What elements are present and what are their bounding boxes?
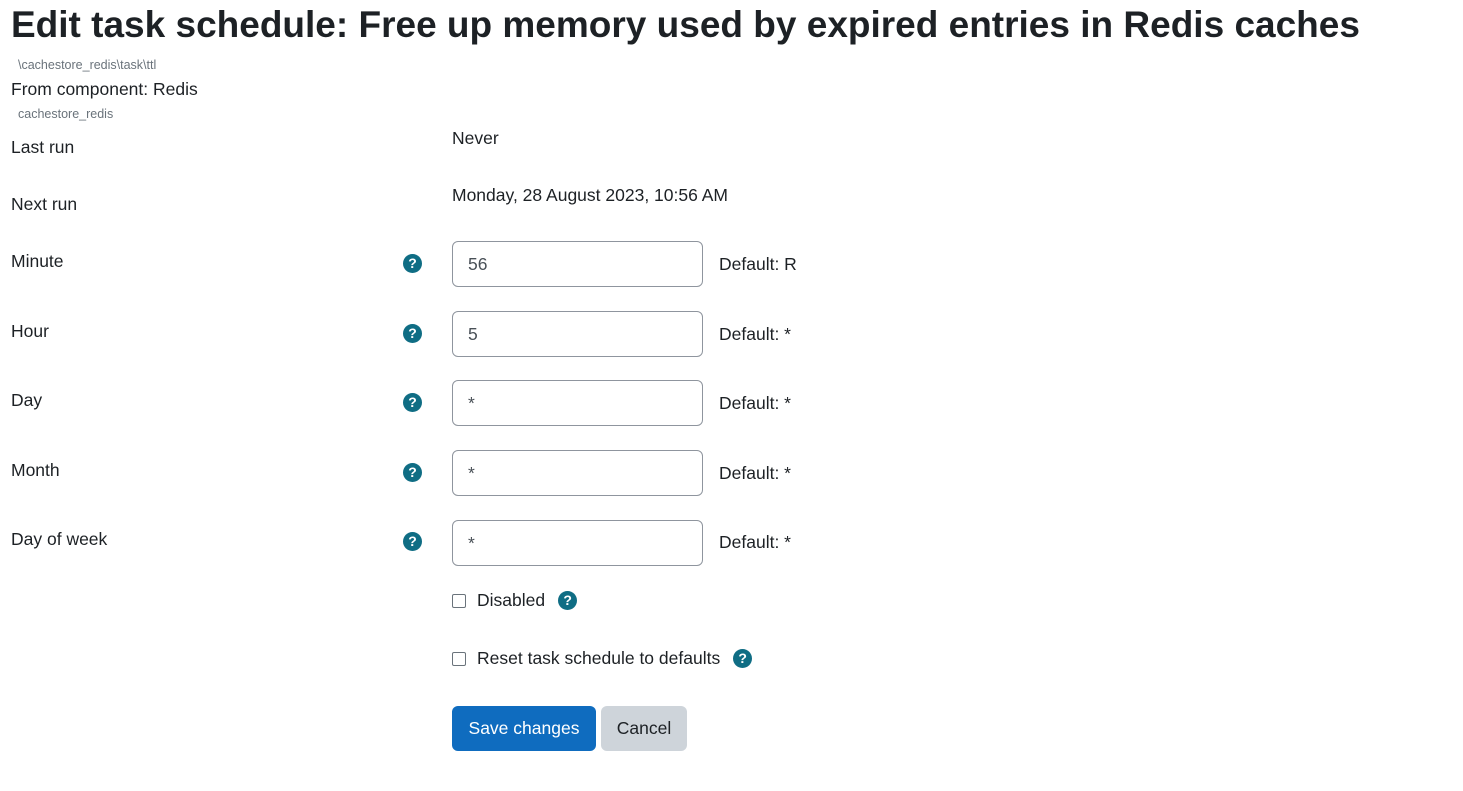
save-changes-button[interactable]: Save changes — [452, 706, 596, 751]
disabled-checkbox[interactable] — [452, 593, 466, 608]
hour-input[interactable] — [452, 311, 703, 357]
minute-default: Default: R — [719, 254, 797, 274]
disabled-row: Disabled ? — [452, 590, 578, 611]
disabled-label[interactable]: Disabled — [477, 590, 545, 611]
next-run-value: Monday, 28 August 2023, 10:56 AM — [452, 185, 728, 205]
day-of-week-label: Day of week — [11, 529, 108, 549]
day-label: Day — [11, 390, 43, 410]
minute-input[interactable] — [452, 241, 703, 287]
minute-label: Minute — [11, 251, 64, 271]
day-help-icon[interactable]: ? — [403, 393, 422, 412]
edit-task-schedule-page: Edit task schedule: Free up memory used … — [0, 0, 1463, 791]
cancel-button[interactable]: Cancel — [601, 706, 687, 751]
month-help-icon[interactable]: ? — [403, 463, 422, 482]
month-label: Month — [11, 460, 60, 480]
page-title: Edit task schedule: Free up memory used … — [11, 4, 1360, 45]
hour-default: Default: * — [719, 324, 791, 344]
disabled-help-icon[interactable]: ? — [558, 591, 578, 610]
component-label: From component: Redis — [11, 79, 198, 99]
last-run-label: Last run — [11, 137, 75, 157]
month-input[interactable] — [452, 450, 703, 496]
day-input[interactable] — [452, 380, 703, 426]
day-of-week-input[interactable] — [452, 520, 703, 566]
minute-help-icon[interactable]: ? — [403, 254, 422, 273]
component-name: cachestore_redis — [18, 107, 114, 121]
hour-label: Hour — [11, 321, 49, 341]
reset-row: Reset task schedule to defaults ? — [452, 648, 753, 669]
next-run-label: Next run — [11, 194, 78, 214]
task-class-name: \cachestore_redis\task\ttl — [18, 58, 157, 72]
day-of-week-default: Default: * — [719, 532, 791, 552]
reset-label[interactable]: Reset task schedule to defaults — [477, 648, 720, 669]
last-run-value: Never — [452, 128, 499, 148]
day-default: Default: * — [719, 393, 791, 413]
day-of-week-help-icon[interactable]: ? — [403, 532, 422, 551]
hour-help-icon[interactable]: ? — [403, 324, 422, 343]
reset-help-icon[interactable]: ? — [733, 649, 753, 668]
reset-checkbox[interactable] — [452, 651, 466, 666]
month-default: Default: * — [719, 463, 791, 483]
